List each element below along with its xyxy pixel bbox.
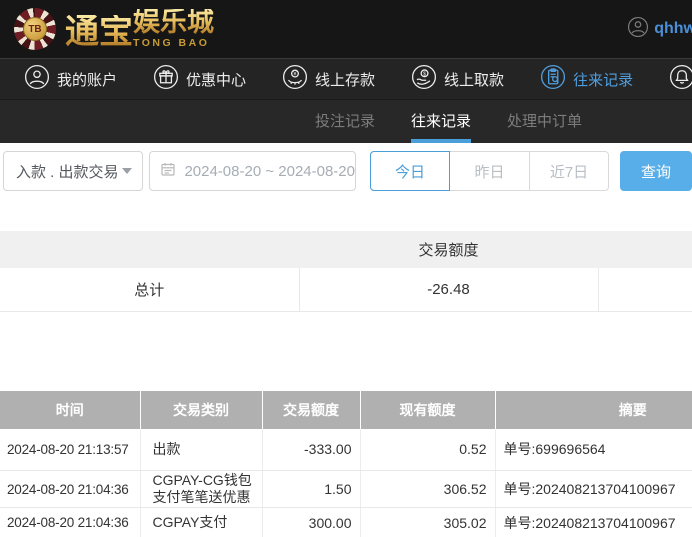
tab-label: 往来记录 bbox=[410, 113, 471, 130]
nav-item-deposit[interactable]: ¥ 线上存款 bbox=[282, 64, 375, 94]
brand-subtitle: TONG BAO bbox=[133, 37, 210, 49]
date-range-input[interactable]: 2024-08-20 ~ 2024-08-20 bbox=[149, 151, 356, 191]
summary-section: 交易额度 总计 -26.48 bbox=[0, 231, 692, 312]
records-tab-bar: 投注记录 往来记录 处理中订单 bbox=[0, 99, 692, 143]
summary-header-row: 交易额度 bbox=[0, 231, 692, 268]
casino-chip-logo-icon: TB bbox=[14, 8, 56, 50]
date-range-value: 2024-08-20 ~ 2024-08-20 bbox=[184, 162, 355, 180]
cell-time: 2024-08-20 21:13:57 bbox=[0, 428, 140, 471]
cell-type: 出款 bbox=[139, 428, 262, 471]
cell-amount: 1.50 bbox=[261, 470, 360, 508]
cell-type: CGPAY支付 bbox=[139, 507, 262, 537]
gift-icon bbox=[153, 64, 179, 94]
cell-memo: 单号:202408213704100967 bbox=[494, 470, 692, 508]
quick-filter-today[interactable]: 今日 bbox=[370, 151, 450, 191]
summary-total-row: 总计 -26.48 bbox=[0, 268, 692, 312]
col-header-balance: 现有额度 bbox=[359, 390, 495, 429]
chip-label: TB bbox=[23, 17, 47, 41]
account-user-icon bbox=[24, 64, 50, 94]
tab-betting-records[interactable]: 投注记录 bbox=[315, 100, 375, 143]
nav-item-withdraw[interactable]: $ 线上取款 bbox=[411, 64, 504, 94]
nav-item-label: 线上存款 bbox=[315, 71, 376, 89]
summary-header-amount: 交易额度 bbox=[299, 231, 598, 268]
col-header-type: 交易类别 bbox=[139, 390, 262, 429]
summary-header-empty bbox=[598, 231, 692, 268]
nav-item-label: 往来记录 bbox=[573, 71, 634, 89]
records-clipboard-icon bbox=[540, 64, 566, 94]
cell-memo: 单号:202408213704100967 bbox=[494, 507, 692, 537]
summary-total-value: -26.48 bbox=[298, 268, 598, 312]
user-avatar-icon bbox=[627, 16, 649, 43]
nav-item-transaction-records[interactable]: 往来记录 bbox=[540, 64, 633, 94]
cell-time: 2024-08-20 21:04:36 bbox=[0, 507, 140, 537]
nav-item-label: 我的账户 bbox=[57, 71, 118, 89]
table-row: 2024-08-20 21:04:36 CGPAY-CG钱包支付笔笔送优惠 1.… bbox=[0, 470, 692, 508]
main-navigation: 我的账户 优惠中心 ¥ 线上存款 $ 线上取款 往来记录 bbox=[0, 58, 692, 99]
cell-memo: 单号:699696564 bbox=[494, 428, 692, 471]
nav-item-label: 线上取款 bbox=[444, 71, 505, 89]
quick-date-segmented-control: 今日 昨日 近7日 bbox=[370, 151, 609, 191]
nav-item-my-account[interactable]: 我的账户 bbox=[24, 64, 117, 94]
quick-filter-yesterday[interactable]: 昨日 bbox=[450, 152, 529, 190]
transactions-header-row: 时间 交易类别 交易额度 现有额度 摘要 bbox=[0, 390, 692, 429]
username-label: qhhw bbox=[654, 20, 692, 37]
col-header-memo: 摘要 bbox=[494, 390, 692, 429]
transaction-type-select[interactable]: 入款 . 出款交易 bbox=[3, 151, 144, 191]
summary-header-empty bbox=[0, 231, 299, 268]
quick-filter-last7days[interactable]: 近7日 bbox=[529, 152, 608, 190]
search-button[interactable]: 查询 bbox=[620, 151, 692, 191]
cell-amount: 300.00 bbox=[261, 507, 360, 537]
table-row: 2024-08-20 21:04:36 CGPAY支付 300.00 305.0… bbox=[0, 507, 692, 537]
calendar-icon bbox=[160, 161, 176, 182]
chevron-down-icon bbox=[122, 168, 133, 174]
transactions-section: 时间 交易类别 交易额度 现有额度 摘要 2024-08-20 21:13:57… bbox=[0, 390, 692, 537]
withdraw-money-hand-icon: $ bbox=[411, 64, 437, 94]
nav-item-label: 优惠中心 bbox=[186, 71, 247, 89]
cell-balance: 305.02 bbox=[359, 507, 495, 537]
filter-bar: 入款 . 出款交易 2024-08-20 ~ 2024-08-20 今日 昨日 … bbox=[0, 143, 692, 191]
cell-type: CGPAY-CG钱包支付笔笔送优惠 bbox=[139, 470, 262, 508]
summary-total-label: 总计 bbox=[0, 268, 299, 312]
cell-time: 2024-08-20 21:04:36 bbox=[0, 470, 140, 508]
brand-title-main: 通宝 bbox=[65, 13, 133, 51]
tab-transaction-records[interactable]: 往来记录 bbox=[410, 100, 471, 143]
cell-balance: 306.52 bbox=[359, 470, 495, 508]
top-header: TB 通宝 娱乐城 TONG BAO qhhw bbox=[0, 0, 692, 58]
tab-label: 处理中订单 bbox=[506, 113, 582, 130]
bell-icon bbox=[669, 64, 692, 95]
col-header-amount: 交易额度 bbox=[261, 390, 360, 429]
brand-title: 通宝 娱乐城 TONG BAO bbox=[65, 7, 214, 51]
user-account-button[interactable]: qhhw bbox=[627, 16, 692, 43]
brand-title-secondary: 娱乐城 bbox=[133, 7, 214, 37]
cell-amount: -333.00 bbox=[261, 428, 360, 471]
summary-empty-cell bbox=[597, 268, 692, 312]
col-header-time: 时间 bbox=[0, 390, 140, 429]
notifications-bell-button[interactable] bbox=[669, 64, 692, 95]
tab-pending-orders[interactable]: 处理中订单 bbox=[507, 100, 582, 143]
cell-balance: 0.52 bbox=[359, 428, 495, 471]
deposit-coin-hand-icon: ¥ bbox=[282, 64, 308, 94]
tab-label: 投注记录 bbox=[314, 113, 375, 130]
table-row: 2024-08-20 21:13:57 出款 -333.00 0.52 单号:6… bbox=[0, 428, 692, 471]
nav-item-promotions[interactable]: 优惠中心 bbox=[153, 64, 246, 94]
transaction-type-value: 入款 . 出款交易 bbox=[16, 163, 119, 181]
